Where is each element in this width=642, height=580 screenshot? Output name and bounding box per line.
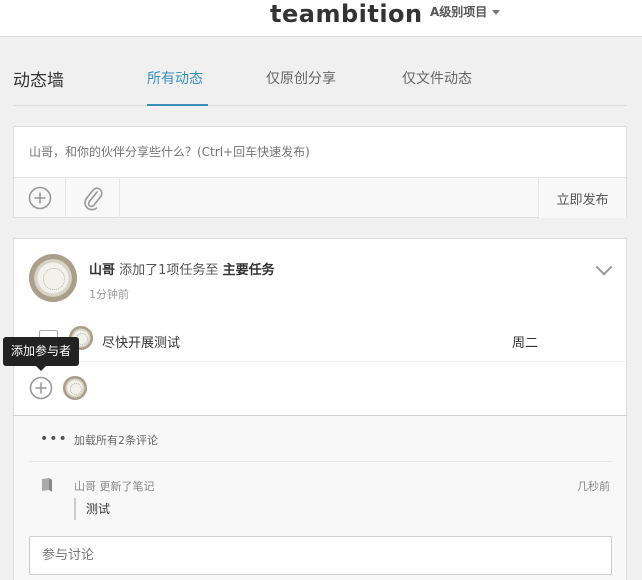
participant-avatar[interactable] bbox=[63, 376, 87, 400]
tab-original-shares[interactable]: 仅原创分享 bbox=[266, 68, 336, 88]
activity-action: 添加了1项任务至 bbox=[119, 263, 219, 278]
plus-circle-icon bbox=[28, 186, 51, 210]
chevron-down-icon[interactable] bbox=[595, 258, 613, 276]
activity-time: 1分钟前 bbox=[89, 288, 129, 301]
active-tab-indicator bbox=[147, 104, 208, 106]
note-icon bbox=[42, 478, 52, 492]
share-input[interactable] bbox=[14, 127, 626, 177]
publish-button[interactable]: 立即发布 bbox=[538, 178, 626, 218]
project-label: A级别项目 bbox=[430, 5, 488, 19]
user-avatar[interactable] bbox=[29, 254, 77, 302]
divider bbox=[29, 461, 612, 462]
note-time: 几秒前 bbox=[577, 480, 610, 493]
activity-card: 山哥 添加了1项任务至 主要任务 1分钟前 尽快开展测试 周二 bbox=[13, 238, 627, 416]
load-all-comments-link[interactable]: 加载所有2条评论 bbox=[74, 432, 158, 448]
activity-title: 山哥 添加了1项任务至 主要任务 bbox=[89, 259, 275, 278]
attach-button[interactable] bbox=[66, 178, 120, 218]
comments-section: ••• 加载所有2条评论 山哥 更新了笔记 几秒前 测试 bbox=[13, 416, 627, 580]
tab-file-activity[interactable]: 仅文件动态 bbox=[402, 68, 472, 88]
tab-all-activity[interactable]: 所有动态 bbox=[147, 68, 203, 88]
discussion-input[interactable] bbox=[29, 536, 612, 575]
note-update-text: 山哥 更新了笔记 bbox=[74, 480, 155, 493]
note-quote: 测试 bbox=[74, 498, 110, 520]
task-due-date: 周二 bbox=[512, 336, 539, 351]
task-name[interactable]: 尽快开展测试 bbox=[102, 332, 180, 351]
brand-logo[interactable]: teambition bbox=[270, 0, 423, 28]
wall-tabs: 动态墙 所有动态 仅原创分享 仅文件动态 bbox=[13, 60, 627, 106]
plus-circle-icon bbox=[29, 376, 53, 400]
share-composer: 立即发布 bbox=[13, 126, 627, 218]
wall-title: 动态墙 bbox=[13, 71, 64, 91]
caret-down-icon bbox=[492, 10, 501, 15]
activity-user[interactable]: 山哥 bbox=[89, 263, 115, 278]
add-button[interactable] bbox=[14, 178, 66, 218]
top-bar: teambition A级别项目 bbox=[0, 0, 642, 37]
paperclip-icon bbox=[83, 187, 103, 211]
add-participant-button[interactable] bbox=[29, 376, 53, 400]
project-selector[interactable]: A级别项目 bbox=[430, 3, 501, 20]
activity-target[interactable]: 主要任务 bbox=[223, 263, 275, 278]
task-row[interactable]: 尽快开展测试 周二 bbox=[14, 322, 626, 362]
composer-toolbar: 立即发布 bbox=[14, 177, 626, 218]
add-participant-tooltip: 添加参与者 bbox=[3, 337, 80, 371]
more-dots-icon[interactable]: ••• bbox=[40, 431, 68, 447]
